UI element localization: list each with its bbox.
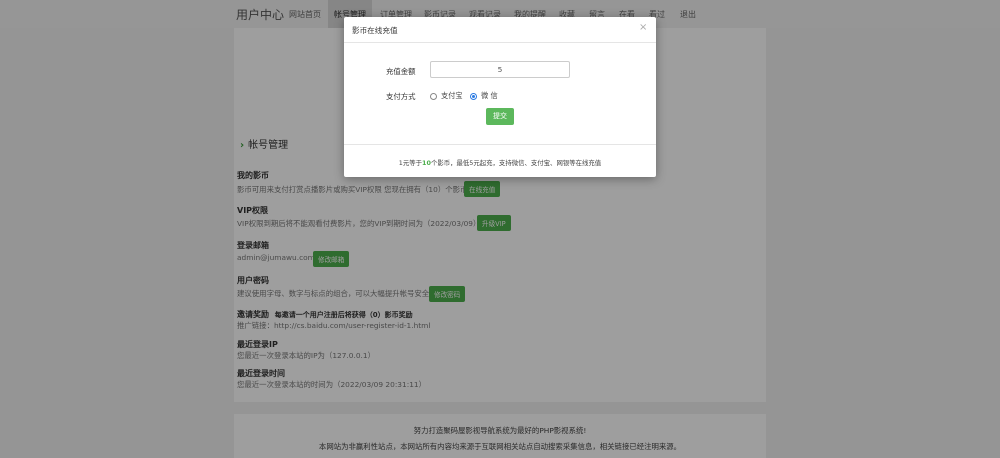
modal-header: 影币在线充值 × bbox=[344, 17, 656, 43]
submit-button[interactable]: 提交 bbox=[486, 108, 514, 125]
radio-alipay-label[interactable]: 支付宝 bbox=[441, 91, 463, 101]
recharge-note: 1元等于10个影币，最低5元起充，支持微信、支付宝、网银等在线充值 bbox=[344, 158, 656, 167]
radio-wechat-circle[interactable] bbox=[470, 92, 477, 100]
modal-title: 影币在线充值 bbox=[352, 26, 398, 35]
radio-wechat-label[interactable]: 微 信 bbox=[481, 91, 498, 101]
note-pre: 1元等于 bbox=[398, 159, 423, 167]
note-rate: 10 bbox=[422, 159, 431, 167]
modal-footer: 1元等于10个影币，最低5元起充，支持微信、支付宝、网银等在线充值 bbox=[344, 144, 656, 177]
amount-input[interactable] bbox=[430, 61, 570, 78]
radio-alipay-circle[interactable] bbox=[430, 92, 437, 100]
note-post: 个影币，最低5元起充，支持微信、支付宝、网银等在线充值 bbox=[430, 159, 602, 167]
payment-method-label: 支付方式 bbox=[386, 92, 416, 101]
close-icon[interactable]: × bbox=[639, 23, 647, 33]
recharge-modal: 影币在线充值 × 充值金额 支付方式 支付宝 微 信 提交 1元等于10个影币，… bbox=[344, 17, 656, 177]
amount-label: 充值金额 bbox=[386, 67, 416, 76]
radio-wechat[interactable]: 微 信 bbox=[470, 91, 498, 101]
radio-alipay[interactable]: 支付宝 bbox=[430, 91, 463, 101]
